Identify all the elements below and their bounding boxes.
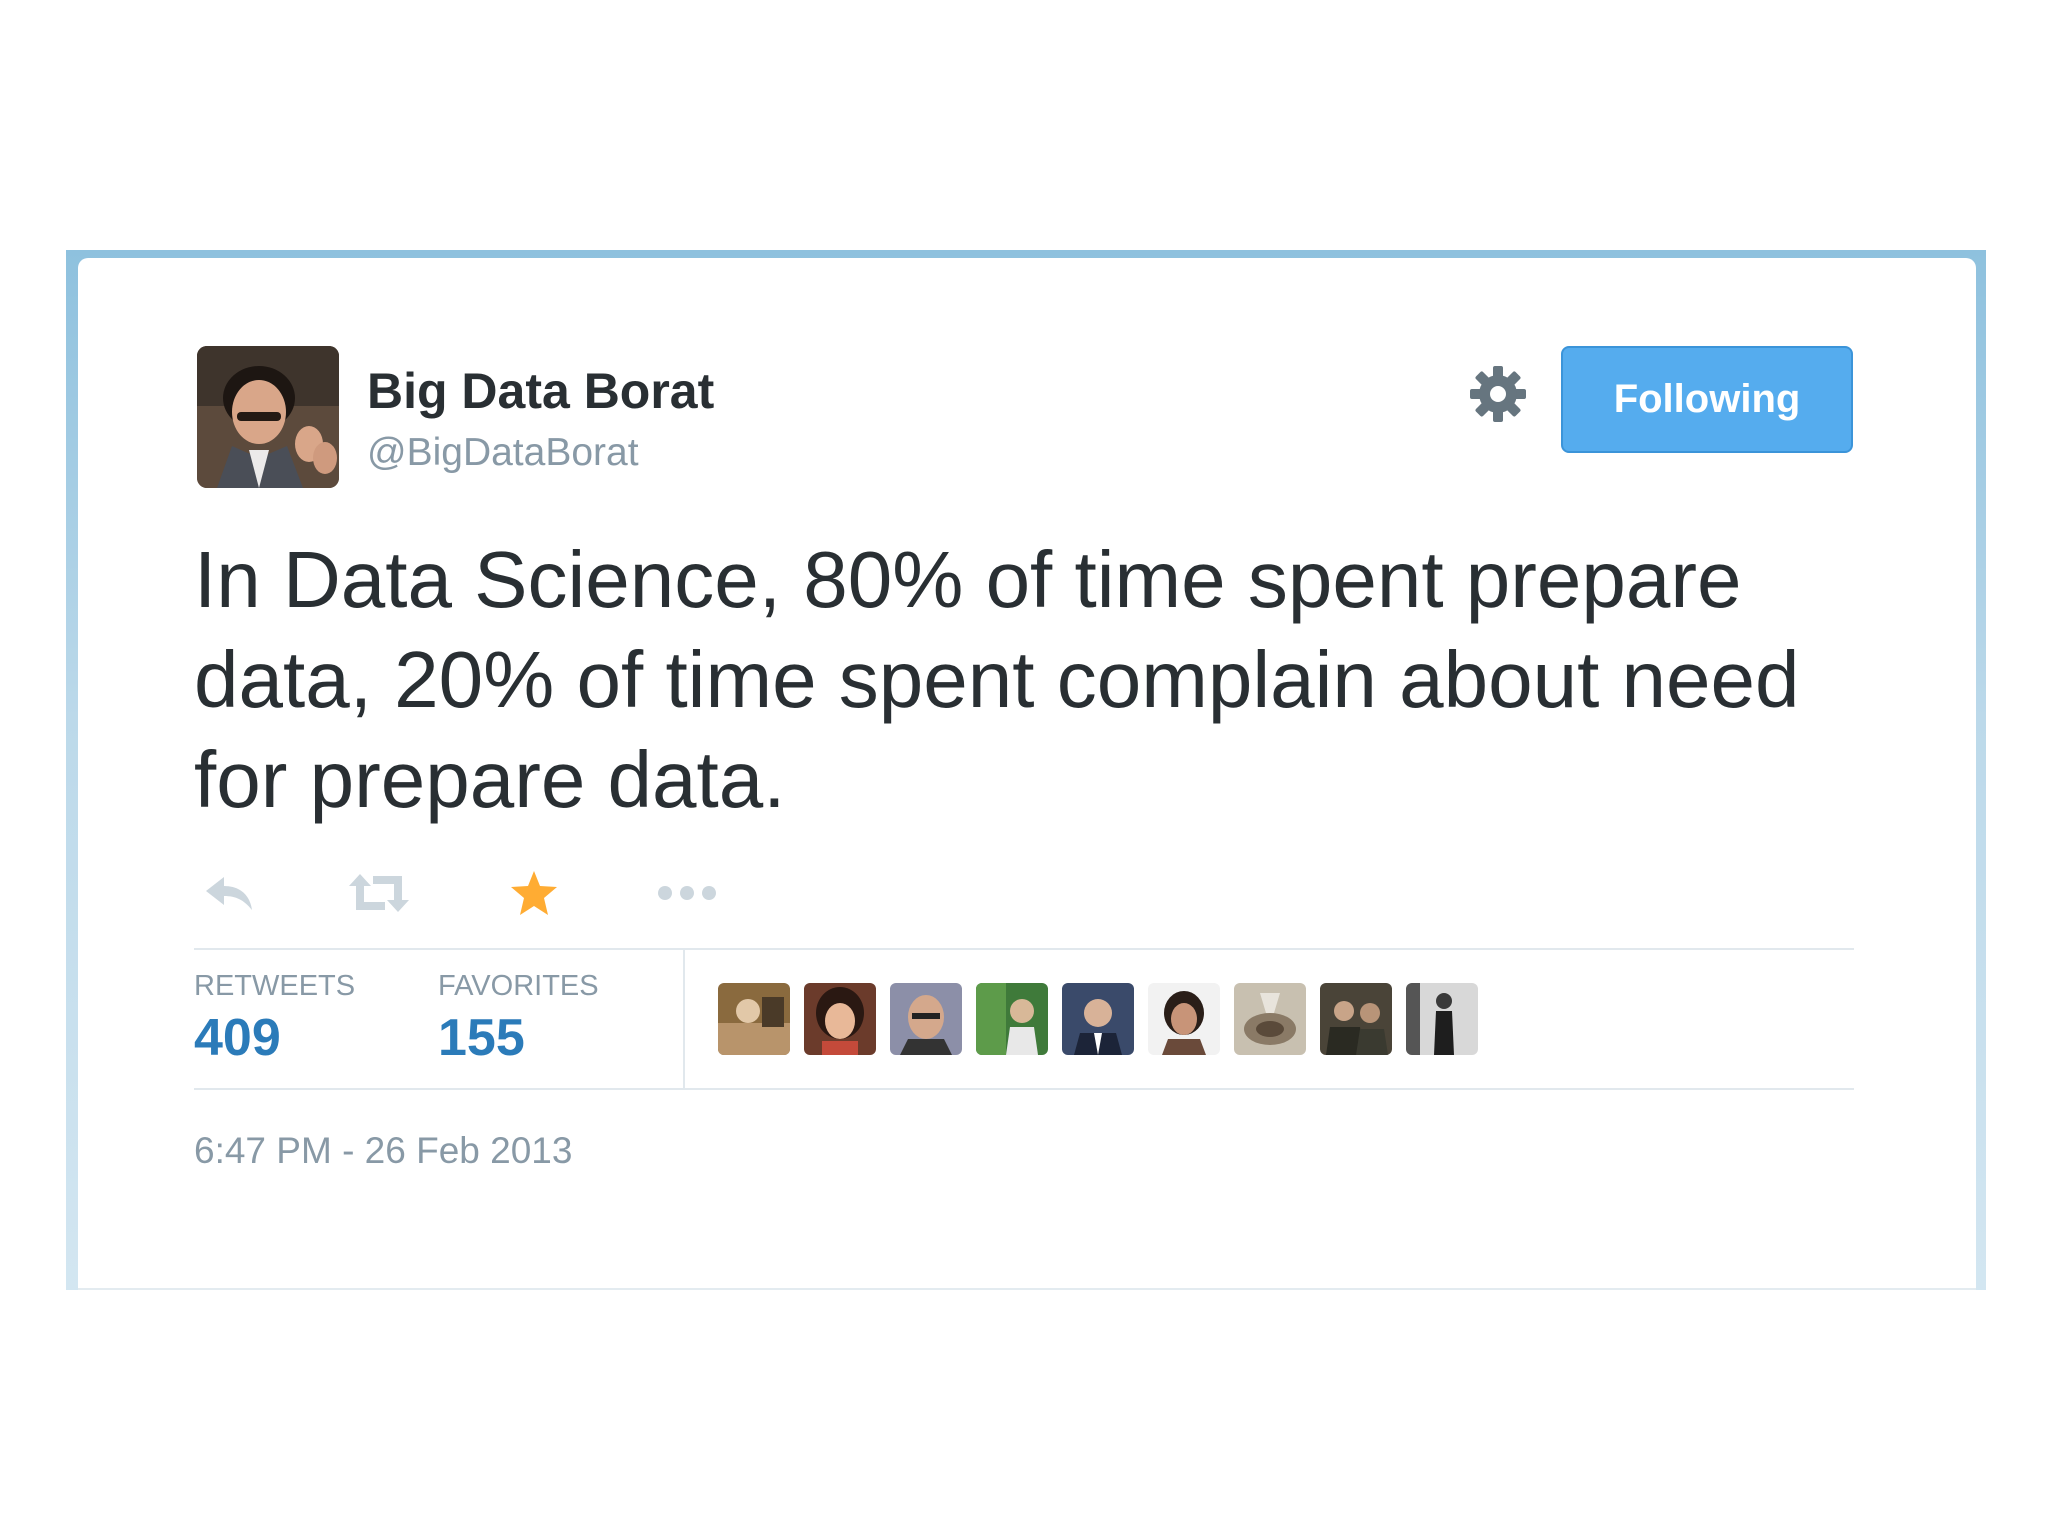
favoriter-avatar[interactable] <box>1320 983 1392 1055</box>
stats-divider-bottom <box>194 1088 1854 1090</box>
tweet-timestamp[interactable]: 6:47 PM - 26 Feb 2013 <box>194 1130 572 1172</box>
stats-divider-vertical <box>683 948 685 1090</box>
stats-divider-top <box>194 948 1854 950</box>
retweets-count[interactable]: 409 <box>194 1008 281 1068</box>
favoriter-avatar[interactable] <box>1406 983 1478 1055</box>
favoriter-avatar[interactable] <box>976 983 1048 1055</box>
gear-icon[interactable] <box>1468 364 1528 424</box>
favoriter-avatar[interactable] <box>1148 983 1220 1055</box>
favorites-label[interactable]: FAVORITES <box>438 970 599 1003</box>
favoriter-avatar[interactable] <box>804 983 876 1055</box>
more-button[interactable] <box>652 858 722 928</box>
star-icon <box>511 871 557 915</box>
tweet-actions <box>194 858 794 928</box>
favoriter-avatar[interactable] <box>718 983 790 1055</box>
favoriter-avatar[interactable] <box>890 983 962 1055</box>
retweet-button[interactable] <box>344 858 414 928</box>
ellipsis-icon <box>658 886 716 900</box>
following-button[interactable]: Following <box>1561 346 1853 453</box>
retweet-icon <box>349 874 409 912</box>
retweets-label[interactable]: RETWEETS <box>194 970 355 1003</box>
reply-icon <box>206 877 252 910</box>
favoriter-avatar[interactable] <box>1234 983 1306 1055</box>
favoriters-avatars <box>718 983 1518 1055</box>
user-screen-name[interactable]: @BigDataBorat <box>367 431 639 475</box>
tweet-card: Big Data Borat @BigDataBorat Following I… <box>78 258 1976 1290</box>
user-display-name[interactable]: Big Data Borat <box>367 362 714 420</box>
user-avatar[interactable] <box>197 346 339 488</box>
avatar-photo <box>197 346 339 488</box>
favoriter-avatar[interactable] <box>1062 983 1134 1055</box>
tweet-text: In Data Science, 80% of time spent prepa… <box>194 535 1800 824</box>
favorite-button[interactable] <box>499 858 569 928</box>
favorites-count[interactable]: 155 <box>438 1008 525 1068</box>
reply-button[interactable] <box>194 858 264 928</box>
